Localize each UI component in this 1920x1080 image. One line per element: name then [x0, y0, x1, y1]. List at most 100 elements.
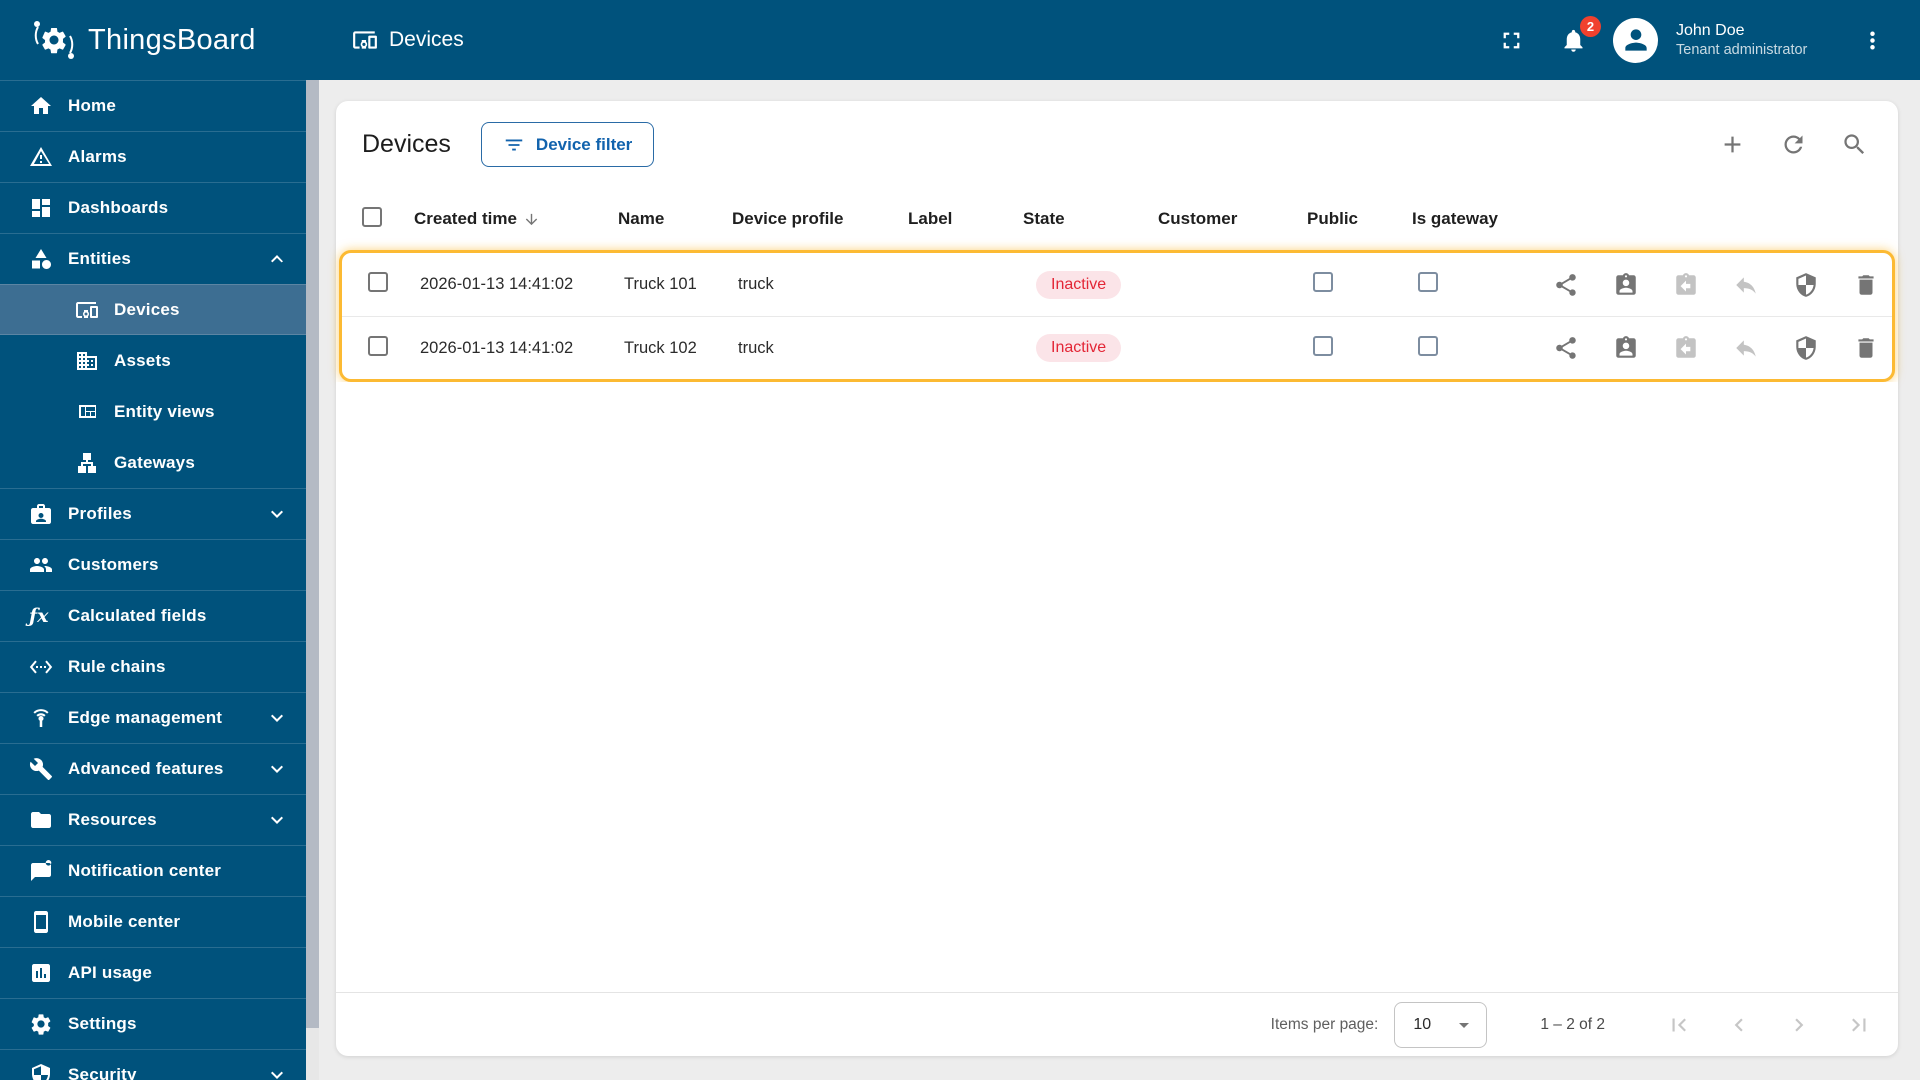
sidebar-item-label: Calculated fields: [68, 606, 207, 625]
filter-icon: [503, 134, 525, 156]
sidebar-scrollbar-thumb[interactable]: [306, 80, 319, 1028]
row-checkbox[interactable]: [368, 335, 388, 356]
sidebar-item-devices[interactable]: Devices: [0, 284, 306, 335]
mobile-center-icon: [29, 910, 53, 934]
manage-credentials-button[interactable]: [1666, 328, 1706, 368]
device-filter-button[interactable]: Device filter: [480, 122, 655, 167]
sidebar-item-label: Notification center: [68, 861, 222, 880]
chevron-down-icon: [265, 757, 289, 781]
sidebar-item-edge-management[interactable]: Edge management: [0, 692, 306, 743]
page-range-label: 1 – 2 of 2: [1540, 1015, 1605, 1033]
next-page-button[interactable]: [1779, 1005, 1819, 1045]
delete-button[interactable]: [1846, 265, 1886, 305]
public-checkbox[interactable]: [1313, 335, 1333, 356]
items-per-page-select[interactable]: 10: [1394, 1001, 1488, 1048]
sidebar-scrollbar[interactable]: [306, 80, 319, 1080]
assets-icon: [75, 349, 99, 373]
sidebar-item-mobile-center[interactable]: Mobile center: [0, 896, 306, 947]
sidebar-item-home[interactable]: Home: [0, 80, 306, 131]
security-button[interactable]: [1786, 328, 1826, 368]
main-content: Devices Device filter Created time Name …: [319, 80, 1920, 1080]
make-private-button[interactable]: [1726, 265, 1766, 305]
first-page-button[interactable]: [1659, 1005, 1699, 1045]
column-name[interactable]: Name: [618, 209, 732, 229]
sidebar-item-resources[interactable]: Resources: [0, 794, 306, 845]
delete-button[interactable]: [1846, 328, 1886, 368]
device-filter-label: Device filter: [535, 134, 633, 154]
sidebar-item-assets[interactable]: Assets: [0, 335, 306, 386]
alarms-icon: [29, 145, 53, 169]
share-button[interactable]: [1546, 265, 1586, 305]
sidebar-item-notification-center[interactable]: Notification center: [0, 845, 306, 896]
app-logo[interactable]: ThingsBoard: [0, 16, 306, 64]
state-badge: Inactive: [1036, 270, 1122, 299]
gateway-checkbox[interactable]: [1418, 272, 1438, 292]
sidebar-item-entity-views[interactable]: Entity views: [0, 386, 306, 437]
sidebar-item-label: Rule chains: [68, 657, 166, 676]
sidebar-item-api-usage[interactable]: API usage: [0, 947, 306, 998]
sidebar-item-label: Security: [68, 1065, 137, 1080]
security-button[interactable]: [1786, 265, 1826, 305]
table-row[interactable]: 2026-01-13 14:41:02 Truck 102 truck Inac…: [342, 316, 1892, 379]
column-device-profile[interactable]: Device profile: [732, 209, 908, 229]
sidebar-item-entities[interactable]: Entities: [0, 233, 306, 284]
sidebar-item-alarms[interactable]: Alarms: [0, 131, 306, 182]
row-checkbox[interactable]: [368, 272, 388, 292]
sidebar-item-profiles[interactable]: Profiles: [0, 488, 306, 539]
sidebar-item-security[interactable]: Security: [0, 1049, 306, 1080]
chevron-down-icon: [265, 706, 289, 730]
notifications-button[interactable]: 2: [1551, 16, 1601, 62]
public-checkbox[interactable]: [1313, 272, 1333, 292]
fullscreen-button[interactable]: [1489, 18, 1533, 62]
column-public[interactable]: Public: [1307, 209, 1412, 229]
sidebar-item-label: Home: [68, 96, 117, 115]
sidebar-item-label: Advanced features: [68, 759, 224, 778]
sidebar-item-advanced-features[interactable]: Advanced features: [0, 743, 306, 794]
column-state[interactable]: State: [1023, 209, 1158, 229]
assign-customer-button[interactable]: [1606, 328, 1646, 368]
sidebar-item-gateways[interactable]: Gateways: [0, 437, 306, 488]
column-created-time[interactable]: Created time: [414, 209, 618, 229]
sidebar-item-calculated-fields[interactable]: ƒx Calculated fields: [0, 590, 306, 641]
select-all-checkbox[interactable]: [362, 206, 382, 227]
cell-device-profile: truck: [738, 275, 774, 293]
column-label[interactable]: Label: [908, 209, 1023, 229]
topbar-menu-button[interactable]: [1850, 18, 1894, 62]
devices-icon: [352, 27, 378, 53]
manage-credentials-button[interactable]: [1666, 265, 1706, 305]
settings-icon: [29, 1012, 53, 1036]
table-row[interactable]: 2026-01-13 14:41:02 Truck 101 truck Inac…: [342, 253, 1892, 316]
gateway-checkbox[interactable]: [1418, 335, 1438, 356]
cell-created-time: 2026-01-13 14:41:02: [420, 275, 574, 293]
sidebar-item-settings[interactable]: Settings: [0, 998, 306, 1049]
column-is-gateway[interactable]: Is gateway: [1412, 209, 1540, 229]
make-private-button[interactable]: [1726, 328, 1766, 368]
sidebar-item-customers[interactable]: Customers: [0, 539, 306, 590]
previous-page-button[interactable]: [1719, 1005, 1759, 1045]
plus-icon: [1719, 131, 1746, 158]
add-device-button[interactable]: [1712, 125, 1752, 165]
sidebar-nav: Home Alarms Dashboards Entities Devices …: [0, 80, 306, 1080]
user-info[interactable]: John Doe Tenant administrator: [1676, 21, 1826, 59]
security-icon: [1793, 272, 1819, 298]
credentials-icon: [1673, 335, 1699, 361]
avatar[interactable]: [1613, 17, 1658, 63]
search-button[interactable]: [1834, 125, 1874, 165]
profiles-icon: [29, 502, 53, 526]
dropdown-caret-icon: [1452, 1013, 1476, 1037]
table-empty-area: [336, 382, 1898, 992]
sidebar-item-rule-chains[interactable]: Rule chains: [0, 641, 306, 692]
sidebar-item-label: Gateways: [114, 452, 195, 472]
sidebar-item-dashboards[interactable]: Dashboards: [0, 182, 306, 233]
last-page-button[interactable]: [1839, 1005, 1879, 1045]
state-badge: Inactive: [1036, 334, 1122, 362]
sidebar-item-label: Dashboards: [68, 198, 169, 217]
share-icon: [1553, 335, 1579, 361]
app-name: ThingsBoard: [88, 23, 256, 56]
column-customer[interactable]: Customer: [1158, 209, 1307, 229]
dashboards-icon: [29, 196, 53, 220]
refresh-button[interactable]: [1773, 125, 1813, 165]
sidebar-item-label: Entities: [68, 249, 132, 268]
assign-customer-button[interactable]: [1606, 265, 1646, 305]
share-button[interactable]: [1546, 328, 1586, 368]
